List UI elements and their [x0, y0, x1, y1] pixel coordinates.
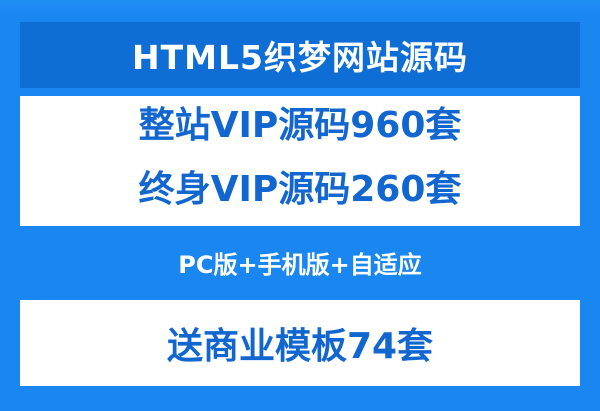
bonus-panel: 送商业模板74套 [20, 300, 580, 386]
top-strip [0, 0, 600, 20]
offer-panel: 整站VIP源码960套 终身VIP源码260套 [20, 96, 580, 226]
bonus-text: 送商业模板74套 [166, 326, 434, 367]
banner-title: HTML5织梦网站源码 [132, 38, 468, 77]
title-box: HTML5织梦网站源码 [20, 22, 580, 88]
platforms-text: PC版+手机版+自适应 [178, 251, 422, 279]
offer-line-full-site: 整站VIP源码960套 [138, 105, 462, 146]
promo-banner: HTML5织梦网站源码 整站VIP源码960套 终身VIP源码260套 PC版+… [0, 0, 600, 411]
offer-line-lifetime: 终身VIP源码260套 [138, 169, 462, 210]
